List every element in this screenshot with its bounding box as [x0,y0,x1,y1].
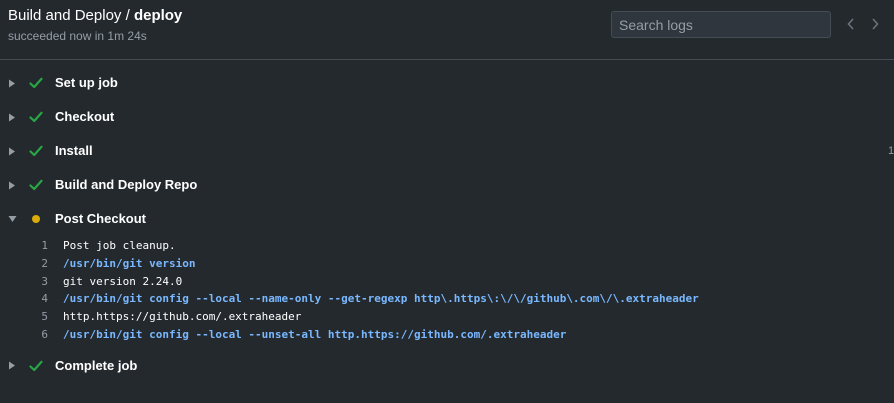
step-label: Install [55,143,93,158]
log-output-text: git version 2.24.0 [63,274,183,288]
log-line: 4/usr/bin/git config --local --name-only… [0,291,894,309]
log-output-text: Post job cleanup. [63,239,176,252]
triangle-right-icon [7,78,17,88]
next-match-button[interactable] [867,14,883,34]
title-separator: / [121,7,134,24]
log-output-text: http.https://github.com/.extraheader [63,310,302,324]
step-label: Set up job [55,75,118,90]
log-line: 3 git version 2.24.0 [0,274,894,292]
step-install[interactable]: Install 1 [0,134,894,168]
check-icon [28,358,44,374]
step-log: 1 Post job cleanup. 2/usr/bin/git version 3… [0,236,894,349]
line-number[interactable]: 4 [22,292,48,305]
line-number[interactable]: 1 [22,239,48,252]
job-name: deploy [133,7,183,24]
check-icon [28,143,44,159]
triangle-down-icon [7,214,17,224]
job-header: Build and Deploy / deploy succeeded now … [0,0,894,60]
search-logs-input[interactable] [611,11,831,38]
log-command-text: /usr/bin/git version [63,256,196,270]
check-icon [28,75,44,91]
line-number[interactable]: 5 [22,310,48,323]
step-post-checkout[interactable]: Post Checkout [0,202,894,236]
check-icon [28,109,44,125]
chevron-left-icon [847,18,854,30]
job-status-text: succeeded now in 1m 24s [8,29,147,43]
step-label: Complete job [55,357,138,373]
log-line: 6/usr/bin/git config --local --unset-all… [0,327,894,345]
line-number[interactable]: 6 [22,328,48,341]
step-checkout[interactable]: Checkout [0,100,894,134]
triangle-right-icon [7,112,17,122]
log-command-text: /usr/bin/git config --local --unset-all … [63,327,567,341]
triangle-right-icon [7,180,17,190]
prev-match-button[interactable] [843,14,859,34]
log-line: 5 http.https://github.com/.extraheader [0,309,894,327]
step-set-up-job[interactable]: Set up job [0,66,894,100]
triangle-right-icon [7,361,17,371]
step-label: Build and Deploy Repo [55,177,198,192]
step-build-and-deploy-repo[interactable]: Build and Deploy Repo [0,168,894,202]
log-command-text: /usr/bin/git config --local --name-only … [63,292,699,306]
triangle-right-icon [7,146,17,156]
chevron-right-icon [872,18,879,30]
dot-icon [28,211,44,227]
steps-list: Set up job Checkout Install 1 Build and Depl… [0,66,894,383]
step-complete-job[interactable]: Complete job [0,349,894,383]
step-duration: 1 [888,145,894,157]
line-number[interactable]: 3 [22,275,48,288]
log-line: 2/usr/bin/git version [0,256,894,274]
page-title: Build and Deploy / deploy [8,7,182,24]
step-label: Post Checkout [55,211,147,226]
line-number[interactable]: 2 [22,257,48,270]
step-label: Checkout [55,109,115,124]
log-line: 1 Post job cleanup. [0,238,894,256]
check-icon [28,177,44,193]
workflow-name[interactable]: Build and Deploy [8,7,121,24]
